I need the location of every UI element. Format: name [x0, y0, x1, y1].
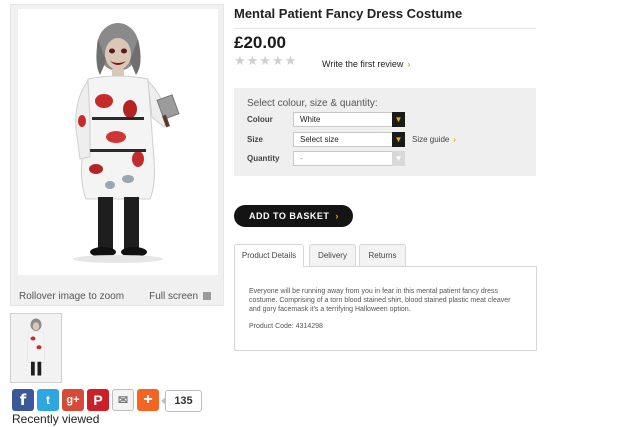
colour-value: White	[300, 115, 321, 124]
costume-figure-illustration	[73, 23, 180, 263]
options-panel: Select colour, size & quantity: Colour W…	[234, 88, 536, 176]
size-guide-link[interactable]: Size guide ›	[412, 135, 456, 144]
chevron-right-icon: ›	[453, 135, 457, 144]
tab-product-details[interactable]: Product Details	[234, 244, 304, 267]
fullscreen-label: Full screen	[149, 291, 198, 302]
quantity-select[interactable]: - ▼	[293, 151, 405, 166]
fullscreen-icon	[203, 292, 211, 300]
product-details-panel: Everyone will be running away from you i…	[234, 266, 537, 351]
chevron-down-icon: ▼	[392, 151, 405, 166]
colour-select[interactable]: White ▼	[293, 112, 405, 127]
colour-label: Colour	[247, 115, 273, 124]
main-product-image[interactable]	[18, 9, 218, 275]
thumbnail-figure	[26, 318, 46, 376]
facebook-icon[interactable]: f	[12, 389, 34, 411]
google-plus-icon[interactable]: g+	[62, 389, 84, 411]
email-icon[interactable]: ✉	[112, 389, 134, 411]
plus-icon[interactable]: +	[137, 389, 159, 411]
chevron-right-icon: ›	[335, 211, 339, 221]
chevron-right-icon: ›	[407, 59, 411, 69]
product-price: £20.00	[234, 33, 286, 52]
pinterest-icon[interactable]: P	[87, 389, 109, 411]
chevron-down-icon: ▼	[392, 132, 405, 147]
twitter-icon[interactable]: t	[37, 389, 59, 411]
tab-delivery[interactable]: Delivery	[309, 244, 356, 266]
product-title: Mental Patient Fancy Dress Costume	[234, 6, 463, 21]
tab-returns[interactable]: Returns	[359, 244, 406, 266]
zoom-hint: Rollover image to zoom	[19, 291, 125, 302]
add-to-basket-button[interactable]: ADD TO BASKET ›	[234, 205, 353, 227]
rating-stars: ★★★★★	[234, 54, 298, 69]
size-value: Select size	[300, 135, 339, 144]
share-count: 135	[161, 390, 202, 412]
title-divider	[234, 28, 536, 29]
options-heading: Select colour, size & quantity:	[247, 98, 378, 109]
chevron-down-icon: ▼	[392, 112, 405, 127]
recently-viewed-heading: Recently viewed	[12, 412, 100, 426]
write-review-link[interactable]: Write the first review ›	[322, 59, 410, 69]
product-description: Everyone will be running away from you i…	[249, 288, 511, 313]
product-thumbnail[interactable]	[10, 313, 62, 383]
size-select[interactable]: Select size ▼	[293, 132, 405, 147]
quantity-label: Quantity	[247, 154, 280, 163]
image-toolbar: Rollover image to zoom Full screen	[11, 287, 223, 305]
quantity-value: -	[300, 154, 303, 163]
write-review-label: Write the first review	[322, 59, 404, 69]
size-label: Size	[247, 135, 264, 144]
size-guide-label: Size guide	[412, 135, 450, 144]
add-to-basket-label: ADD TO BASKET	[249, 211, 330, 221]
fullscreen-button[interactable]: Full screen	[149, 291, 211, 302]
product-code: Product Code: 4314298	[249, 323, 323, 330]
product-image-panel: Rollover image to zoom Full screen	[10, 4, 224, 306]
